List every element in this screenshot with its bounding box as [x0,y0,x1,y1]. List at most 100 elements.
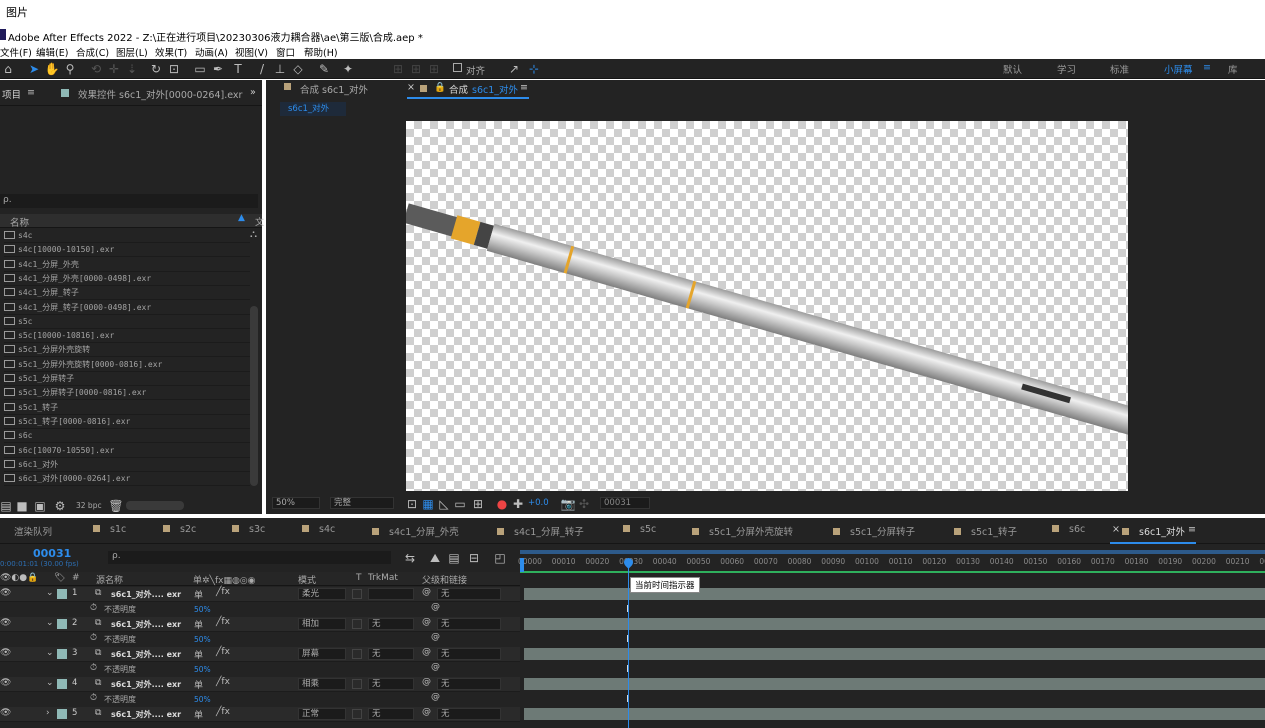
current-frame-field[interactable]: 00031 [600,497,650,509]
layer-name[interactable]: s6c1_对外.... exr [111,709,181,720]
hand-tool-icon[interactable]: ✋ [44,61,60,77]
layer-name[interactable]: s6c1_对外.... exr [111,589,181,600]
tab-s1c[interactable]: s1c [93,524,126,535]
tab-effect-controls[interactable]: 效果控件 s6c1_对外[0000-0264].exr [78,87,242,101]
project-item[interactable]: s6c[10070-10550].exr [4,444,250,458]
fx-switch-icon[interactable]: ╱fx [216,677,230,687]
menu-file[interactable]: 文件(F) [0,45,32,59]
column-mode[interactable]: 模式 [298,573,316,586]
draft-3d-icon[interactable]: ⛰ [427,550,443,566]
region-of-interest-icon[interactable]: ▭ [452,496,468,512]
menu-effect[interactable]: 效果(T) [155,45,187,59]
project-item[interactable]: s6c1_对外 [4,458,250,472]
layer-row[interactable]: 👁 ⌄ 4 ⧉ s6c1_对外.... exr 单 ╱fx 相乘 无 @ 无 [0,677,520,692]
shy-switch-icon[interactable]: 单 [194,648,203,661]
close-tab-icon[interactable]: × [407,82,415,93]
project-scrollbar[interactable] [250,306,258,486]
layer-label-color[interactable] [57,619,67,629]
new-folder-icon[interactable]: ■ [14,498,30,514]
project-item[interactable]: s5c1_转子[0000-0816].exr [4,415,250,429]
project-item[interactable]: s4c [4,229,250,243]
timeline-tab-menu-icon[interactable]: ≡ [1188,524,1196,535]
magnification-dropdown[interactable]: 50% [272,497,320,509]
eraser-tool-icon[interactable]: ◇ [290,61,306,77]
layer-duration-bar[interactable] [524,648,1265,660]
menu-animation[interactable]: 动画(A) [195,45,228,59]
layer-duration-bar[interactable] [524,678,1265,690]
column-trkmat[interactable]: TrkMat [368,573,398,583]
property-value[interactable]: 50% [194,695,211,704]
tab-s3c[interactable]: s3c [232,524,265,535]
project-item[interactable]: s6c1_对外[0000-0264].exr [4,472,250,487]
layer-label-color[interactable] [57,679,67,689]
stopwatch-icon[interactable]: ⏱ [90,633,97,643]
tab-comp-active-prefix[interactable]: 合成 [449,82,468,96]
frame-blending-icon[interactable]: ⊟ [466,550,482,566]
fx-switch-icon[interactable]: ╱fx [216,587,230,597]
mask-visibility-icon[interactable]: ◺ [436,496,452,512]
trash-icon[interactable]: 🗑 [108,498,124,514]
stamp-tool-icon[interactable]: ⊥ [272,61,288,77]
comp-breadcrumb[interactable]: s6c1_对外 [280,102,346,116]
opacity-property-row[interactable]: ⏱ 不透明度 50% @ [0,662,520,677]
fx-switch-icon[interactable]: ╱fx [216,647,230,657]
pick-whip-icon[interactable]: @ [422,587,431,597]
project-item[interactable]: s6c [4,429,250,444]
preserve-transparency-checkbox[interactable] [352,679,362,689]
blend-mode-dropdown[interactable]: 相乘 [298,678,346,690]
menu-help[interactable]: 帮助(H) [304,45,338,59]
shy-switch-icon[interactable]: 单 [194,588,203,601]
layer-row[interactable]: 👁 › 5 ⧉ s6c1_对外.... exr 单 ╱fx 正常 无 @ 无 [0,707,520,722]
trkmat-dropdown[interactable] [368,588,414,600]
anchor-tool-icon[interactable]: ⊡ [166,61,182,77]
tab-comp-active-name[interactable]: s6c1_对外 [472,82,518,96]
expression-pick-whip-icon[interactable]: @ [431,602,440,612]
menu-edit[interactable]: 编辑(E) [36,45,68,59]
pick-whip-icon[interactable]: @ [422,647,431,657]
tab-s6c1-active[interactable]: s6c1_对外 [1122,524,1185,538]
project-item[interactable]: s4c[10000-10150].exr [4,243,250,258]
layer-row[interactable]: 👁 ⌄ 3 ⧉ s6c1_对外.... exr 单 ╱fx 屏幕 无 @ 无 [0,647,520,662]
twirl-down-icon[interactable]: ⌄ [46,618,54,628]
tab-project-menu-icon[interactable]: ≡ [27,87,35,98]
pick-whip-icon[interactable]: @ [422,677,431,687]
visibility-icon[interactable]: 👁 [0,648,11,658]
puppet-tool-icon[interactable]: ✦ [340,61,356,77]
shy-switch-icon[interactable]: 单 [194,708,203,721]
tab-render-queue[interactable]: 渲染队列 [14,524,52,538]
blend-mode-dropdown[interactable]: 屏幕 [298,648,346,660]
workspace-menu-icon[interactable]: ≡ [1203,62,1211,73]
composition-viewer[interactable] [406,121,1128,491]
fast-preview-icon[interactable]: ⊡ [404,496,420,512]
shy-switch-icon[interactable]: 单 [194,678,203,691]
trkmat-dropdown[interactable]: 无 [368,618,414,630]
layer-duration-bar[interactable] [524,618,1265,630]
visibility-icon[interactable]: 👁 [0,588,11,598]
type-tool-icon[interactable]: T [230,61,246,77]
project-item[interactable]: s4c1_分屏_外壳[0000-0498].exr [4,272,250,286]
preserve-transparency-checkbox[interactable] [352,589,362,599]
tab-comp-inactive[interactable]: 合成 s6c1_对外 [300,82,368,96]
project-item[interactable]: s5c1_转子 [4,401,250,415]
parent-dropdown[interactable]: 无 [437,708,501,720]
parent-dropdown[interactable]: 无 [437,648,501,660]
local-axis-icon[interactable]: ⊞ [390,61,406,77]
blend-mode-dropdown[interactable]: 正常 [298,708,346,720]
workspace-library[interactable]: 库 [1228,62,1238,76]
project-item[interactable]: s4c1_分屏_转子[0000-0498].exr [4,301,250,315]
column-source-name[interactable]: 源名称 [96,573,123,586]
project-item[interactable]: s5c1_分屏外壳旋转 [4,343,250,358]
layer-name[interactable]: s6c1_对外.... exr [111,649,181,660]
opacity-property-row[interactable]: ⏱ 不透明度 50% @ [0,602,520,617]
fx-switch-icon[interactable]: ╱fx [216,707,230,717]
workspace-standard[interactable]: 标准 [1110,62,1129,76]
world-axis-icon[interactable]: ⊞ [408,61,424,77]
show-snapshot-icon[interactable]: ✣ [576,496,592,512]
bit-depth[interactable]: 32 bpc [76,501,102,510]
fx-switch-icon[interactable]: ╱fx [216,617,230,627]
work-area-start[interactable] [520,558,524,572]
column-t[interactable]: T [356,573,362,583]
workspace-small-screen[interactable]: 小屏幕 [1164,62,1193,76]
new-composition-icon[interactable]: ▣ [32,498,48,514]
stopwatch-icon[interactable]: ⏱ [90,663,97,673]
